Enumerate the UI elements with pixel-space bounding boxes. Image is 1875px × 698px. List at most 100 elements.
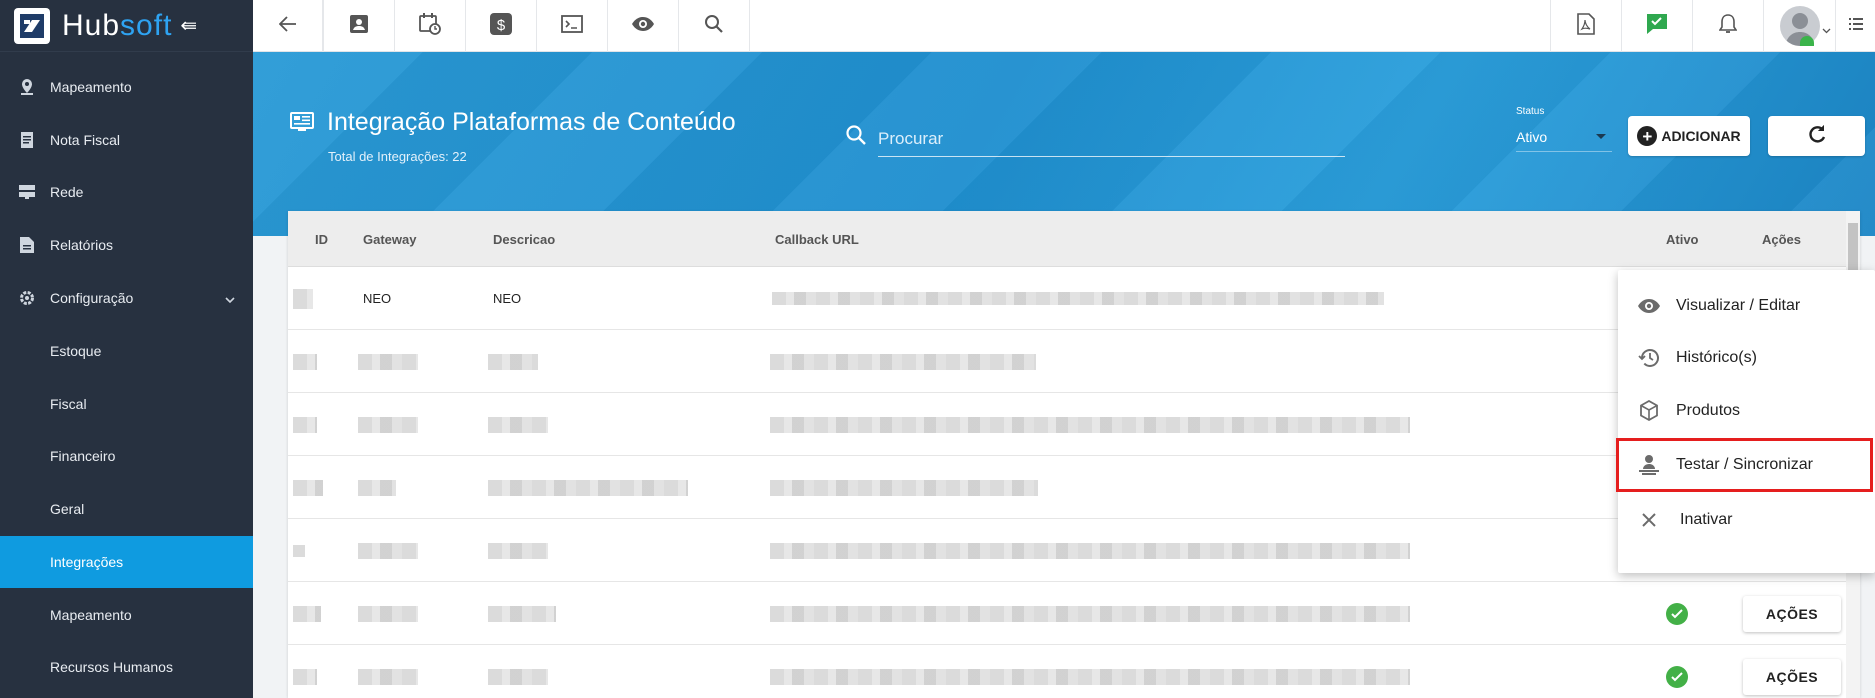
tasks-button[interactable] (1621, 0, 1692, 52)
brand[interactable]: Hubsoft ⇚ (0, 0, 253, 52)
redacted-descricao (488, 480, 688, 496)
integration-screen-icon (290, 112, 314, 137)
column-header-gateway[interactable]: Gateway (363, 232, 416, 247)
sidebar-item-mapeamento[interactable]: Mapeamento (0, 61, 253, 113)
sidebar-subitem-geral[interactable]: Geral (0, 483, 253, 535)
redacted-gateway (358, 543, 418, 559)
menu-item-visualizar-editar[interactable]: Visualizar / Editar (1618, 280, 1875, 332)
eye-icon (1634, 298, 1664, 314)
scrollbar-thumb[interactable] (1848, 223, 1858, 273)
sidebar: Hubsoft ⇚ Mapeamento Nota Fiscal Rede Re… (0, 0, 253, 698)
pdf-icon (1577, 12, 1595, 40)
box-icon (1634, 400, 1664, 422)
search-button[interactable] (679, 0, 750, 52)
redacted-gateway (358, 417, 418, 433)
menu-item-produtos[interactable]: Produtos (1618, 385, 1875, 437)
notifications-button[interactable] (1692, 0, 1763, 52)
redacted-id (293, 289, 313, 309)
menu-item-historicos[interactable]: Histórico(s) (1618, 332, 1875, 384)
terminal-button[interactable] (537, 0, 608, 52)
column-header-id[interactable]: ID (315, 232, 328, 247)
chat-check-icon (1646, 13, 1668, 40)
search-icon (704, 14, 724, 39)
collapse-sidebar-icon[interactable]: ⇚ (180, 13, 197, 38)
redacted-id (293, 545, 305, 557)
redacted-id (293, 480, 323, 496)
redacted-gateway (358, 606, 418, 622)
table-row[interactable]: AÇÕES (288, 582, 1860, 645)
schedule-button[interactable] (395, 0, 466, 52)
redacted-gateway (358, 354, 418, 370)
menu-item-inativar[interactable]: Inativar (1618, 494, 1875, 546)
redacted-descricao (488, 606, 556, 622)
table-header: ID Gateway Descricao Callback URL Ativo … (288, 211, 1860, 267)
add-button-label: ADICIONAR (1661, 128, 1741, 144)
redacted-callback-url (770, 354, 1036, 370)
acoes-button[interactable]: AÇÕES (1743, 659, 1841, 695)
add-button[interactable]: + ADICIONAR (1628, 116, 1750, 156)
user-menu[interactable] (1763, 0, 1835, 52)
page-title: Integração Plataformas de Conteúdo (327, 108, 736, 136)
status-filter-select[interactable]: Ativo (1516, 124, 1612, 152)
refresh-icon (1807, 124, 1827, 149)
sidebar-subitem-estoque[interactable]: Estoque (0, 325, 253, 377)
search-input[interactable] (878, 121, 1345, 157)
acoes-button[interactable]: AÇÕES (1743, 596, 1841, 632)
history-icon (1634, 348, 1664, 368)
pdf-button[interactable] (1550, 0, 1621, 52)
column-header-ativo[interactable]: Ativo (1666, 232, 1699, 247)
sidebar-subitem-integracoes[interactable]: Integrações (0, 536, 253, 588)
sidebar-subitem-mapeamento[interactable]: Mapeamento (0, 589, 253, 641)
brand-name: Hubsoft (62, 8, 173, 42)
total-integrations-count: Total de Integrações: 22 (328, 149, 467, 164)
receipt-icon (16, 129, 38, 151)
column-header-descricao[interactable]: Descricao (493, 232, 555, 247)
terminal-icon (561, 14, 583, 38)
back-arrow-icon (278, 15, 297, 37)
redacted-gateway (358, 669, 418, 685)
actions-dropdown-menu: Visualizar / Editar Histórico(s) Produto… (1616, 270, 1875, 573)
back-button[interactable] (253, 0, 324, 52)
table-row[interactable]: AÇÕES (288, 645, 1860, 698)
contacts-button[interactable] (324, 0, 395, 52)
server-icon (16, 181, 38, 203)
sidebar-subitem-financeiro[interactable]: Financeiro (0, 430, 253, 482)
redacted-id (293, 354, 317, 370)
redacted-callback-url (770, 606, 1410, 622)
sidebar-item-rede[interactable]: Rede (0, 166, 253, 218)
status-filter-value: Ativo (1516, 129, 1548, 145)
sidebar-item-nota-fiscal[interactable]: Nota Fiscal (0, 114, 253, 166)
view-button[interactable] (608, 0, 679, 52)
contact-card-icon (349, 14, 369, 39)
menu-list-button[interactable] (1835, 0, 1875, 52)
redacted-gateway (358, 480, 396, 496)
gear-icon (16, 287, 38, 309)
chevron-down-icon (1822, 21, 1831, 39)
eye-icon (631, 16, 655, 37)
search-icon (845, 124, 867, 151)
redacted-callback-url (770, 417, 1410, 433)
active-check-icon (1666, 666, 1688, 688)
redacted-descricao (488, 669, 548, 685)
bell-icon (1718, 13, 1738, 39)
sidebar-subitem-fiscal[interactable]: Fiscal (0, 378, 253, 430)
sidebar-item-configuracao[interactable]: Configuração (0, 272, 253, 324)
plus-circle-icon: + (1637, 126, 1658, 146)
calendar-clock-icon (419, 12, 441, 40)
dollar-icon: $ (490, 12, 512, 40)
redacted-callback-url (770, 669, 1410, 685)
redacted-callback-url (770, 543, 1410, 559)
app-root: Hubsoft ⇚ Mapeamento Nota Fiscal Rede Re… (0, 0, 1875, 698)
finance-button[interactable]: $ (466, 0, 537, 52)
redacted-id (293, 606, 321, 622)
column-header-callback-url[interactable]: Callback URL (775, 232, 859, 247)
sidebar-item-relatorios[interactable]: Relatórios (0, 219, 253, 271)
redacted-descricao (488, 417, 548, 433)
refresh-button[interactable] (1768, 116, 1865, 156)
list-icon (1848, 17, 1863, 36)
redacted-descricao (488, 543, 548, 559)
menu-item-testar-sincronizar[interactable]: Testar / Sincronizar (1616, 438, 1873, 492)
sidebar-subitem-recursos-humanos[interactable]: Recursos Humanos (0, 641, 253, 693)
close-icon (1634, 512, 1664, 528)
descricao-cell: NEO (493, 291, 522, 306)
